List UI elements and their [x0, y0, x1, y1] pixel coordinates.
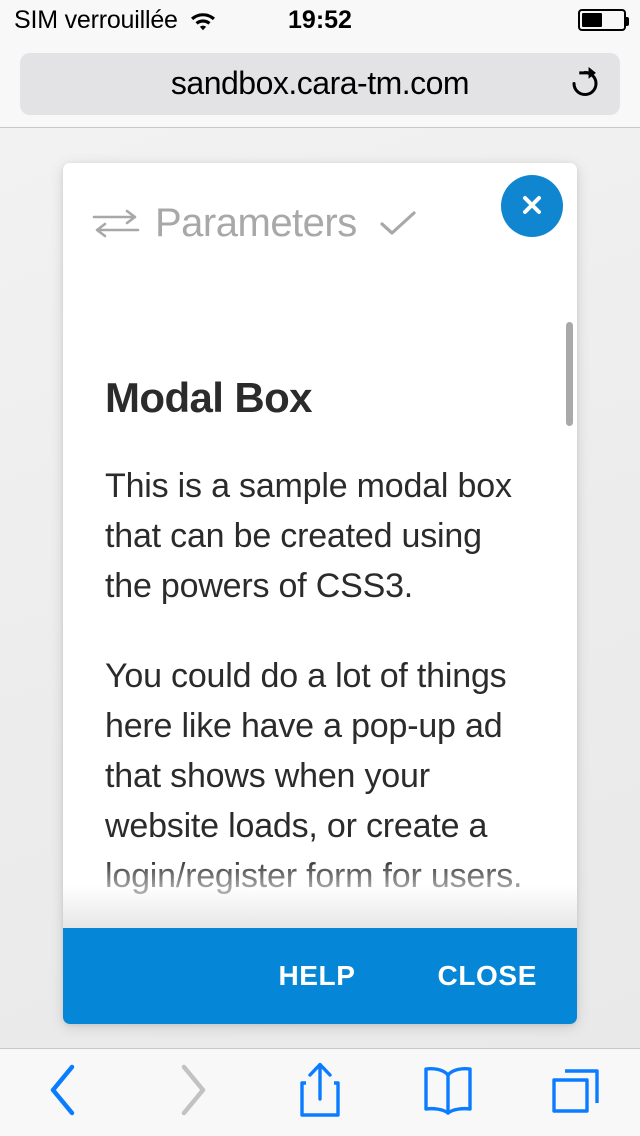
chevron-left-icon [47, 1063, 81, 1122]
modal-paragraph-1: This is a sample modal box that can be c… [105, 467, 512, 606]
close-button[interactable] [501, 175, 563, 237]
help-button[interactable]: HELP [274, 954, 359, 998]
share-button[interactable] [256, 1061, 384, 1124]
bookmarks-button[interactable] [384, 1063, 512, 1122]
phone-screen: SIM verrouillée 19:52 sandbox.cara-tm.co… [0, 0, 640, 1136]
modal-header: Parameters [63, 163, 577, 298]
status-bar: SIM verrouillée 19:52 [0, 0, 640, 40]
modal-scrollbar-thumb[interactable] [566, 322, 573, 426]
address-bar[interactable]: sandbox.cara-tm.com [20, 52, 620, 115]
swap-horizontal-icon [91, 206, 141, 240]
modal-close-button[interactable]: CLOSE [434, 954, 541, 998]
check-icon [371, 206, 419, 240]
modal-heading: Modal Box [105, 374, 313, 421]
modal-header-title-row: Parameters [91, 203, 419, 243]
battery-fill [582, 13, 602, 27]
clock-label: 19:52 [288, 5, 352, 34]
modal-body: Modal Box This is a sample modal box tha… [63, 298, 577, 928]
url-text: sandbox.cara-tm.com [170, 65, 470, 101]
close-icon [517, 190, 547, 223]
status-bar-right [578, 9, 629, 31]
modal-footer: HELP CLOSE [63, 928, 577, 1024]
chevron-right-icon [175, 1063, 209, 1122]
reload-icon[interactable] [568, 66, 602, 101]
browser-bottom-toolbar [0, 1048, 640, 1136]
tabs-icon [549, 1063, 603, 1122]
battery-icon [578, 9, 629, 31]
web-page-content: Parameters Modal Box This is a sample mo… [0, 128, 640, 1048]
browser-address-bar-container: sandbox.cara-tm.com [0, 40, 640, 128]
share-icon [298, 1061, 342, 1124]
modal-paragraph-2: You could do a lot of things here like h… [105, 657, 523, 896]
tabs-button[interactable] [512, 1063, 640, 1122]
modal-box: Parameters Modal Box This is a sample mo… [63, 163, 577, 1024]
modal-title: Parameters [155, 201, 357, 245]
back-button[interactable] [0, 1063, 128, 1122]
forward-button [128, 1063, 256, 1122]
book-icon [421, 1063, 475, 1122]
